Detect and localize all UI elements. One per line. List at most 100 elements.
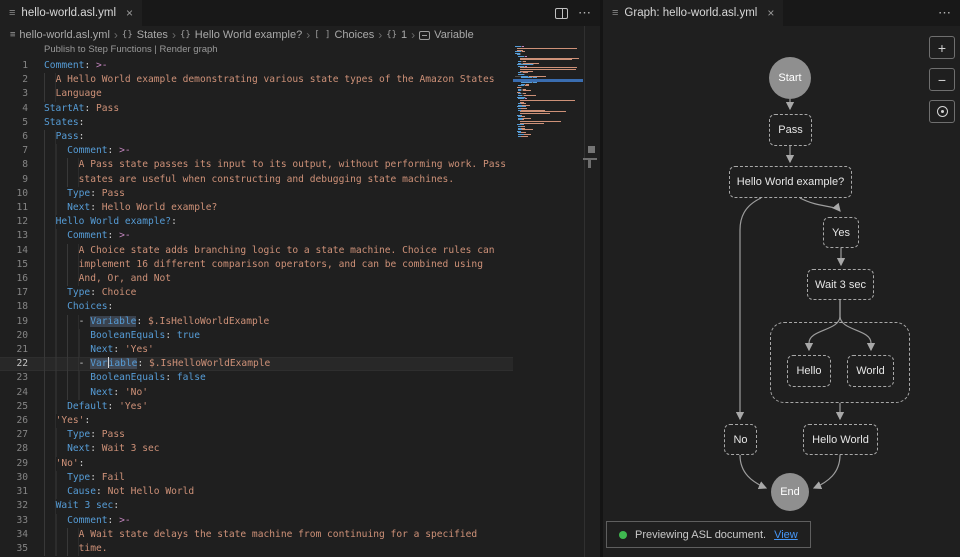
breadcrumb: ≡ hello-world.asl.yml › {} States › {} H… <box>0 26 600 44</box>
line-number: 12 <box>0 215 28 229</box>
zoom-fit-button[interactable] <box>929 100 955 123</box>
editor-tabbar: ≡ hello-world.asl.yml × ⋯ <box>0 0 600 26</box>
code-line-5[interactable]: 5States: <box>0 116 513 130</box>
code-line-11[interactable]: 11 Next: Hello World example? <box>0 201 513 215</box>
object-symbol-icon: {} <box>122 30 133 40</box>
code-line-2[interactable]: 2 A Hello World example demonstrating va… <box>0 73 513 87</box>
code-line-28[interactable]: 28 Next: Wait 3 sec <box>0 442 513 456</box>
line-number: 31 <box>0 485 28 499</box>
code-line-35[interactable]: 35 time. <box>0 542 513 556</box>
object-symbol-icon: {} <box>180 30 191 40</box>
line-number: 3 <box>0 87 28 101</box>
code-line-27[interactable]: 27 Type: Pass <box>0 428 513 442</box>
tab-hello-world-asl-yml[interactable]: ≡ hello-world.asl.yml × <box>0 0 142 26</box>
line-number: 34 <box>0 528 28 542</box>
zoom-in-button[interactable]: + <box>929 36 955 59</box>
codelens: Publish to Step Functions | Render graph <box>44 44 218 59</box>
code-line-21[interactable]: 21 Next: 'Yes' <box>0 343 513 357</box>
code-line-23[interactable]: 23 BooleanEquals: false <box>0 371 513 385</box>
code-line-7[interactable]: 7 Comment: >- <box>0 144 513 158</box>
code-line-19[interactable]: 19 - Variable: $.IsHelloWorldExample <box>0 315 513 329</box>
line-number: 21 <box>0 343 28 357</box>
breadcrumb-item-choices[interactable]: [ ] Choices <box>314 29 374 41</box>
graph-node-hello-world: Hello World <box>803 424 878 455</box>
line-number: 32 <box>0 499 28 513</box>
code-line-20[interactable]: 20 BooleanEquals: true <box>0 329 513 343</box>
line-number: 5 <box>0 116 28 130</box>
code-line-10[interactable]: 10 Type: Pass <box>0 187 513 201</box>
yaml-file-icon: ≡ <box>9 8 15 19</box>
zoom-out-button[interactable]: − <box>929 68 955 91</box>
line-number: 26 <box>0 414 28 428</box>
code-line-32[interactable]: 32 Wait 3 sec: <box>0 499 513 513</box>
code-line-33[interactable]: 33 Comment: >- <box>0 514 513 528</box>
line-number: 19 <box>0 315 28 329</box>
code-line-31[interactable]: 31 Cause: Not Hello World <box>0 485 513 499</box>
line-number: 23 <box>0 371 28 385</box>
code-line-22[interactable]: 22 - Variable: $.IsHelloWorldExample <box>0 357 513 371</box>
code-line-3[interactable]: 3 Language <box>0 87 513 101</box>
code-line-18[interactable]: 18 Choices: <box>0 300 513 314</box>
graph-node-wait-3-sec: Wait 3 sec <box>807 269 874 300</box>
code-line-24[interactable]: 24 Next: 'No' <box>0 386 513 400</box>
more-actions-icon[interactable]: ⋯ <box>578 5 592 21</box>
code-line-6[interactable]: 6 Pass: <box>0 130 513 144</box>
code-line-26[interactable]: 26 'Yes': <box>0 414 513 428</box>
publish-to-step-functions-link[interactable]: Publish to Step Functions <box>44 44 152 55</box>
line-number: 16 <box>0 272 28 286</box>
code-line-30[interactable]: 30 Type: Fail <box>0 471 513 485</box>
more-actions-icon[interactable]: ⋯ <box>938 5 952 21</box>
tab-graph-hello-world[interactable]: ≡ Graph: hello-world.asl.yml × <box>603 0 783 26</box>
graph-node-hello: Hello <box>787 355 831 387</box>
graph-node-choice: Hello World example? <box>729 166 852 198</box>
code-line-4[interactable]: 4StartAt: Pass <box>0 102 513 116</box>
overview-ruler-cursor-marker <box>588 146 595 153</box>
minimap-active-line-highlight <box>513 79 583 82</box>
array-symbol-icon: [ ] <box>314 30 330 40</box>
code-line-1[interactable]: 1Comment: >- <box>0 59 513 73</box>
code-line-34[interactable]: 34 A Wait state delays the state machine… <box>0 528 513 542</box>
code-line-14[interactable]: 14 A Choice state adds branching logic t… <box>0 244 513 258</box>
close-tab-icon[interactable]: × <box>767 6 774 20</box>
line-number: 17 <box>0 286 28 300</box>
graph-node-end: End <box>771 473 809 511</box>
code-line-16[interactable]: 16 And, Or, and Not <box>0 272 513 286</box>
breadcrumb-item-file[interactable]: ≡ hello-world.asl.yml <box>10 29 110 41</box>
object-symbol-icon: {} <box>386 30 397 40</box>
breadcrumb-item-1[interactable]: {} 1 <box>386 29 407 41</box>
close-tab-icon[interactable]: × <box>126 6 133 20</box>
line-number: 14 <box>0 244 28 258</box>
chevron-right-icon: › <box>306 28 310 42</box>
line-number: 1 <box>0 59 28 73</box>
breadcrumb-item-variable[interactable]: Variable <box>419 29 474 41</box>
line-number: 22 <box>0 357 28 371</box>
tab-label: hello-world.asl.yml <box>21 7 116 19</box>
code-editor[interactable]: 1Comment: >-2 A Hello World example demo… <box>0 59 513 557</box>
breadcrumb-item-states[interactable]: {} States <box>122 29 168 41</box>
graph-tabbar: ≡ Graph: hello-world.asl.yml × ⋯ <box>603 0 960 26</box>
line-number: 13 <box>0 229 28 243</box>
code-line-9[interactable]: 9 states are useful when constructing an… <box>0 173 513 187</box>
code-line-13[interactable]: 13 Comment: >- <box>0 229 513 243</box>
code-line-8[interactable]: 8 A Pass state passes its input to its o… <box>0 158 513 172</box>
split-editor-icon[interactable] <box>555 8 568 19</box>
code-line-17[interactable]: 17 Type: Choice <box>0 286 513 300</box>
line-number: 35 <box>0 542 28 556</box>
chevron-right-icon: › <box>411 28 415 42</box>
minimap[interactable] <box>513 44 584 557</box>
line-number: 10 <box>0 187 28 201</box>
view-link[interactable]: View <box>774 529 798 541</box>
line-number: 29 <box>0 457 28 471</box>
code-line-15[interactable]: 15 implement 16 different comparison ope… <box>0 258 513 272</box>
green-status-dot-icon <box>619 531 627 539</box>
tab-label: Graph: hello-world.asl.yml <box>624 7 757 19</box>
code-line-25[interactable]: 25 Default: 'Yes' <box>0 400 513 414</box>
render-graph-link[interactable]: Render graph <box>159 44 217 55</box>
code-line-12[interactable]: 12 Hello World example?: <box>0 215 513 229</box>
graph-canvas[interactable]: Start Pass Hello World example? Yes Wait… <box>603 26 960 557</box>
code-line-29[interactable]: 29 'No': <box>0 457 513 471</box>
breadcrumb-item-hello-world-example[interactable]: {} Hello World example? <box>180 29 302 41</box>
line-number: 20 <box>0 329 28 343</box>
editor-group: ≡ hello-world.asl.yml × ⋯ ≡ hello-world.… <box>0 0 600 557</box>
field-symbol-icon <box>419 31 430 40</box>
